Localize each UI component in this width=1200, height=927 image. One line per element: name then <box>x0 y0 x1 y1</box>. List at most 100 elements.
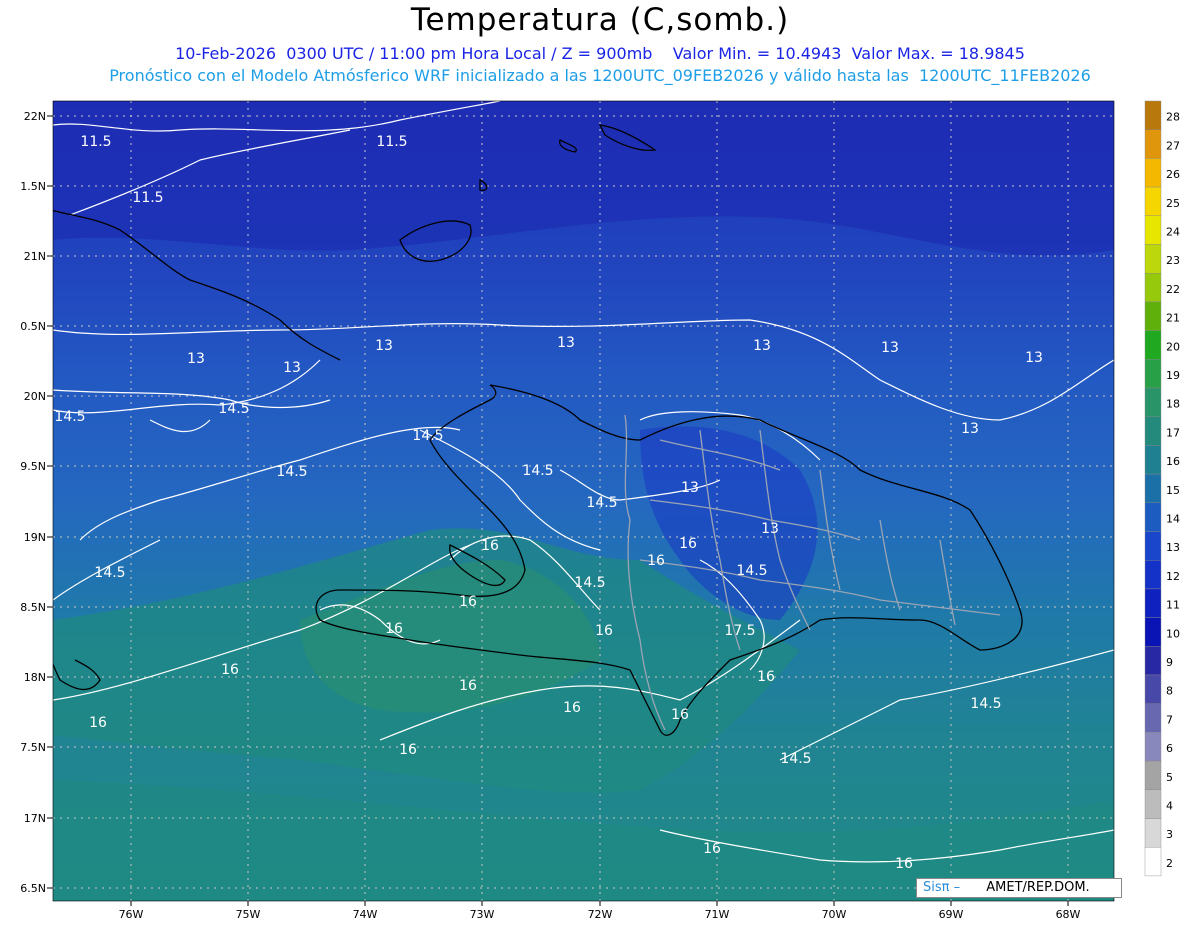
colorbar-swatch <box>1144 129 1162 159</box>
isotherm-label: 14.5 <box>54 409 85 425</box>
colorbar-swatch <box>1144 445 1162 475</box>
colorbar-label: 19 <box>1166 369 1180 382</box>
colorbar-label: 25 <box>1166 197 1180 210</box>
colorbar-swatch <box>1144 703 1162 733</box>
colorbar-swatch <box>1144 531 1162 561</box>
colorbar-label: 23 <box>1166 254 1180 267</box>
isotherm-label: 13 <box>761 521 779 537</box>
colorbar-swatch <box>1144 674 1162 704</box>
org-name: AMET/REP.DOM. <box>986 880 1090 895</box>
colorbar-label: 13 <box>1166 541 1180 554</box>
isotherm-label: 13 <box>283 360 301 376</box>
isotherm-label: 16 <box>459 678 477 694</box>
colorbar-label: 2 <box>1166 857 1173 870</box>
isotherm-label: 16 <box>595 623 613 639</box>
lon-tick-label: 68W <box>1056 908 1081 921</box>
colorbar-swatch <box>1144 617 1162 647</box>
isotherm-label: 14.5 <box>94 565 125 581</box>
isotherm-label: 16 <box>895 856 913 872</box>
lat-tick-label: 9.5N <box>20 460 46 473</box>
lon-tick-label: 73W <box>470 908 495 921</box>
colorbar-label: 7 <box>1166 713 1173 726</box>
lat-tick-label: 19N <box>24 531 46 544</box>
lat-tick-label: 8.5N <box>20 601 46 614</box>
colorbar-swatch <box>1144 273 1162 303</box>
colorbar-label: 20 <box>1166 340 1180 353</box>
model-info-line: Pronóstico con el Modelo Atmósferico WRF… <box>109 66 1091 85</box>
colorbar: 2827262524232221201918171615141312111098… <box>1144 100 1180 877</box>
isotherm-label: 17.5 <box>724 623 755 639</box>
isotherm-label: 11.5 <box>132 190 163 206</box>
colorbar-swatch <box>1144 760 1162 790</box>
colorbar-label: 8 <box>1166 685 1173 698</box>
colorbar-label: 15 <box>1166 484 1180 497</box>
isotherm-label: 14.5 <box>586 495 617 511</box>
colorbar-swatch <box>1144 416 1162 446</box>
isotherm-label: 16 <box>221 662 239 678</box>
colorbar-label: 9 <box>1166 656 1173 669</box>
isotherm-label: 14.5 <box>574 575 605 591</box>
colorbar-label: 17 <box>1166 426 1180 439</box>
isotherm-label: 13 <box>187 351 205 367</box>
isotherm-label: 11.5 <box>376 134 407 150</box>
isotherm-label: 13 <box>375 338 393 354</box>
colorbar-label: 24 <box>1166 226 1180 239</box>
colorbar-label: 4 <box>1166 800 1173 813</box>
colorbar-swatch <box>1144 588 1162 618</box>
colorbar-swatch <box>1144 502 1162 532</box>
colorbar-swatch <box>1144 215 1162 245</box>
lat-tick-label: 21N <box>24 250 46 263</box>
isotherm-label: 16 <box>399 742 417 758</box>
isotherm-label: 14.5 <box>970 696 1001 712</box>
isotherm-label: 14.5 <box>412 428 443 444</box>
sispi-logo: Sisπ – <box>923 880 961 895</box>
colorbar-swatch <box>1144 646 1162 676</box>
colorbar-label: 21 <box>1166 312 1180 325</box>
lat-tick-label: 18N <box>24 671 46 684</box>
colorbar-swatch <box>1144 186 1162 217</box>
isotherm-label: 14.5 <box>218 401 249 417</box>
colorbar-swatch <box>1144 847 1162 877</box>
lat-tick-label: 1.5N <box>20 180 46 193</box>
isotherm-label: 11.5 <box>80 134 111 150</box>
colorbar-swatch <box>1144 789 1162 819</box>
colorbar-label: 10 <box>1166 627 1180 640</box>
isotherm-label: 16 <box>679 536 697 552</box>
colorbar-label: 16 <box>1166 455 1180 468</box>
isotherm-label: 14.5 <box>522 463 553 479</box>
isotherm-label: 14.5 <box>780 751 811 767</box>
isotherm-label: 16 <box>757 669 775 685</box>
isotherm-label: 16 <box>385 621 403 637</box>
lon-tick-label: 75W <box>236 908 261 921</box>
lat-tick-label: 6.5N <box>20 882 46 895</box>
colorbar-label: 18 <box>1166 398 1180 411</box>
colorbar-label: 28 <box>1166 111 1180 124</box>
lat-tick-label: 0.5N <box>20 320 46 333</box>
isotherm-label: 13 <box>557 335 575 351</box>
lat-tick-label: 17N <box>24 812 46 825</box>
colorbar-swatch <box>1144 244 1162 274</box>
colorbar-label: 12 <box>1166 570 1180 583</box>
colorbar-label: 11 <box>1166 599 1180 612</box>
isotherm-label: 13 <box>681 480 699 496</box>
colorbar-swatch <box>1144 473 1162 504</box>
isotherm-label: 16 <box>647 553 665 569</box>
colorbar-swatch <box>1144 301 1162 331</box>
colorbar-label: 3 <box>1166 828 1173 841</box>
colorbar-swatch <box>1144 330 1162 360</box>
lon-tick-label: 69W <box>939 908 964 921</box>
colorbar-label: 22 <box>1166 283 1180 296</box>
colorbar-swatch <box>1144 560 1162 590</box>
colorbar-swatch <box>1144 100 1162 130</box>
isotherm-label: 16 <box>671 707 689 723</box>
isotherm-label: 16 <box>563 700 581 716</box>
colorbar-swatch <box>1144 818 1162 848</box>
colorbar-label: 26 <box>1166 168 1180 181</box>
lon-tick-label: 70W <box>822 908 847 921</box>
colorbar-swatch <box>1144 732 1162 762</box>
map-title: Temperatura (C,somb.) <box>410 2 790 38</box>
colorbar-label: 14 <box>1166 513 1180 526</box>
isotherm-label: 16 <box>89 715 107 731</box>
colorbar-swatch <box>1144 387 1162 417</box>
colorbar-swatch <box>1144 158 1162 188</box>
